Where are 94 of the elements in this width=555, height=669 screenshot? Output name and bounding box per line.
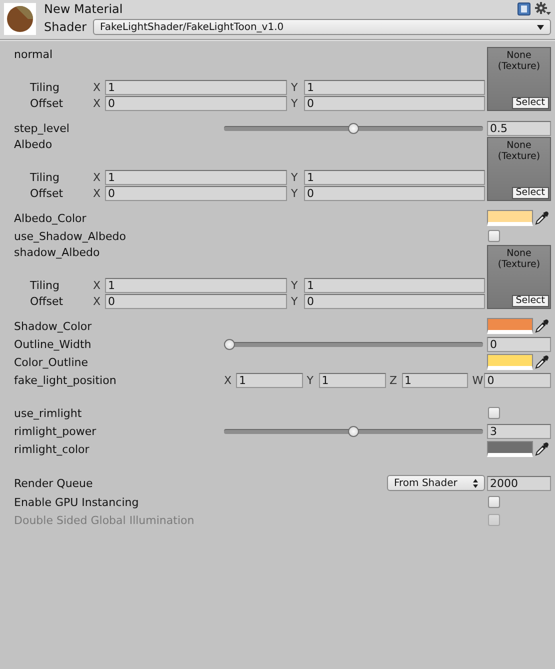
property-label: Albedo [14, 137, 54, 153]
texture-type: (Texture) [498, 259, 540, 270]
axis-label: Y [291, 186, 299, 200]
axis-label: X [224, 374, 233, 386]
material-title: New Material [44, 2, 124, 16]
select-button[interactable]: Select [512, 295, 549, 307]
number-field[interactable]: 0 [105, 186, 287, 200]
number-field[interactable]: 1 [105, 278, 287, 292]
axis-label: Y [291, 80, 299, 94]
axis-label: Y [306, 374, 314, 386]
slider-track[interactable] [224, 425, 483, 437]
property-label: Albedo_Color [14, 212, 88, 224]
slider-thumb[interactable] [348, 426, 359, 436]
texture-name: None [506, 50, 532, 61]
checkbox[interactable] [488, 496, 500, 508]
number-field[interactable]: 0 [484, 372, 551, 388]
number-field[interactable]: 0 [304, 294, 485, 308]
property-label: rimlight_color [14, 442, 90, 456]
slider-thumb[interactable] [348, 122, 359, 134]
color-swatch[interactable] [487, 318, 533, 334]
axis-label: X [93, 294, 102, 308]
slider-track[interactable] [224, 338, 483, 350]
caret-icon [537, 24, 544, 30]
axis-label: W [472, 374, 484, 386]
slider-track[interactable] [224, 122, 483, 134]
axis-label: Y [291, 294, 299, 308]
axis-label: X [93, 96, 102, 110]
property-label: Double Sided Global Illumination [14, 514, 196, 526]
axis-label: X [93, 170, 102, 184]
number-field[interactable]: 3 [487, 424, 551, 438]
eyedropper-icon[interactable] [534, 354, 550, 370]
property-label: use_rimlight [14, 406, 83, 420]
number-field[interactable]: 1 [304, 278, 485, 292]
axis-label: Y [291, 278, 299, 292]
shader-dropdown[interactable]: FakeLightShader/FakeLightToon_v1.0 [93, 19, 551, 35]
axis-label: X [93, 80, 102, 94]
texture-slot[interactable]: None (Texture) Select [487, 245, 551, 309]
eyedropper-icon[interactable] [534, 318, 550, 334]
number-field[interactable]: 1 [105, 170, 287, 184]
color-swatch[interactable] [487, 441, 533, 457]
property-label: Render Queue [14, 476, 94, 490]
eyedropper-icon[interactable] [534, 210, 550, 226]
number-field[interactable]: 0 [105, 96, 287, 110]
offset-label: Offset [30, 186, 64, 200]
tiling-label: Tiling [30, 170, 61, 184]
axis-label: Y [291, 170, 299, 184]
tiling-label: Tiling [30, 278, 61, 292]
number-field[interactable]: 0 [487, 336, 551, 352]
axis-label: Z [390, 374, 398, 386]
texture-name: None [506, 248, 532, 259]
property-label: shadow_Albedo [14, 245, 101, 261]
tiling-label: Tiling [30, 80, 61, 94]
select-button[interactable]: Select [512, 187, 549, 199]
number-field[interactable]: 1 [304, 170, 485, 184]
property-label: Outline_Width [14, 338, 92, 350]
axis-label: X [93, 186, 102, 200]
stepper-icon [473, 478, 478, 488]
shader-label: Shader [44, 20, 88, 34]
texture-name: None [506, 140, 532, 151]
property-label: use_Shadow_Albedo [14, 230, 127, 242]
number-field[interactable]: 0.5 [487, 120, 551, 136]
number-field[interactable]: 0 [304, 186, 485, 200]
select-button[interactable]: Select [512, 97, 549, 109]
number-field[interactable]: 1 [236, 372, 303, 388]
color-swatch[interactable] [487, 354, 533, 370]
color-swatch[interactable] [487, 210, 533, 226]
slider-thumb[interactable] [224, 338, 234, 350]
axis-label: X [93, 278, 102, 292]
number-field[interactable]: 1 [304, 80, 485, 94]
offset-label: Offset [30, 96, 64, 110]
property-label: step_level [14, 122, 70, 134]
offset-label: Offset [30, 294, 64, 308]
number-field[interactable]: 1 [402, 372, 468, 388]
number-field[interactable]: 1 [105, 80, 287, 94]
number-field[interactable]: 0 [105, 294, 287, 308]
property-label: Color_Outline [14, 356, 90, 368]
number-field[interactable]: 0 [304, 96, 485, 110]
queue-dropdown[interactable]: From Shader [387, 475, 485, 491]
texture-slot[interactable]: None (Texture) Select [487, 137, 551, 201]
texture-type: (Texture) [498, 151, 540, 162]
texture-type: (Texture) [498, 61, 540, 72]
property-label: Enable GPU Instancing [14, 496, 140, 508]
property-label: fake_light_position [14, 374, 118, 386]
checkbox[interactable] [488, 230, 500, 242]
property-label: Shadow_Color [14, 320, 93, 332]
number-field[interactable]: 1 [318, 372, 386, 388]
axis-label: Y [291, 96, 299, 110]
checkbox[interactable] [488, 407, 500, 419]
gear-icon[interactable] [535, 2, 551, 16]
number-field[interactable]: 2000 [487, 476, 551, 490]
property-label: rimlight_power [14, 424, 98, 438]
texture-slot[interactable]: None (Texture) Select [487, 47, 551, 111]
eyedropper-icon[interactable] [534, 441, 550, 457]
property-label: normal [14, 47, 54, 63]
